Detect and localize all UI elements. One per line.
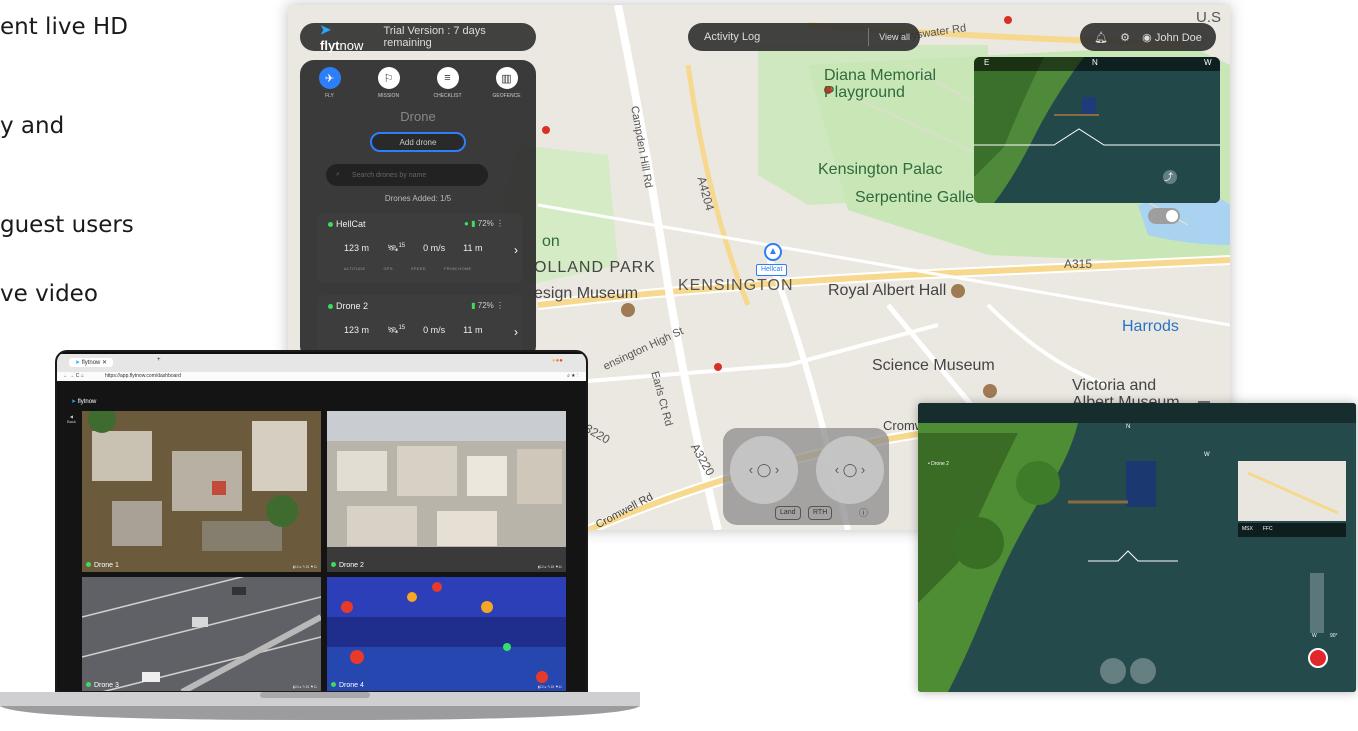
feature-line-4: ve video (0, 281, 98, 307)
dashboard-logo: ➤ flytnow (71, 399, 97, 405)
laptop-base (0, 692, 640, 720)
rooftops-aerial-image (82, 411, 321, 572)
camera-feed-inset[interactable]: E N W ⤴ (974, 57, 1220, 203)
aerial-lake-tablet-image (918, 403, 1356, 692)
drones-added-count: Drones Added: 1/5 (384, 194, 452, 203)
tablet-drone-label: • Drone 2 (928, 461, 949, 467)
feed-label: Drone 2 (331, 562, 364, 569)
compass-east: E (984, 58, 990, 67)
record-button[interactable] (1309, 649, 1327, 667)
tablet-compass-west: W (1204, 452, 1210, 458)
video-feed-drone-3[interactable]: Drone 3 ▮24 ▸ ✎15 ⚑11 (82, 577, 321, 691)
browser-tab-bar: ➤ flytnow ✕ + ●●● (57, 354, 586, 372)
address-bar[interactable]: ← → C ⌂ https://app.flytnow.com/dashboar… (57, 372, 586, 381)
map-label-kensington: KENSINGTON (678, 277, 794, 294)
nav-fly[interactable]: ✈ FLY (305, 67, 355, 99)
video-dashboard: ➤ flytnow ◀ Back Drone 1 ▮12 ▸ ✎15 ⚑11 Dr… (57, 381, 586, 691)
tablet-compass-north: N (1126, 424, 1131, 430)
map-label-science-museum: Science Museum (872, 357, 995, 374)
feature-line-1: ent live HD (0, 14, 128, 40)
user-bar: 🔔︎ ⚙ ◉ John Doe (1080, 23, 1216, 51)
map-label-a315: A315 (1064, 257, 1093, 271)
nav-mission[interactable]: ⚐ MISSION (364, 67, 414, 99)
thermal-aerial-image (327, 577, 566, 691)
map-label-on: on (542, 233, 560, 250)
fly-icon: ✈ (318, 67, 341, 89)
gps-globe-icon: ● (464, 219, 469, 228)
add-drone-button[interactable]: Add drone (370, 132, 466, 152)
video-feed-drone-1[interactable]: Drone 1 ▮12 ▸ ✎15 ⚑11 (82, 411, 321, 572)
satellite-icon: 🛰︎15 (387, 325, 406, 335)
feature-line-3: guest users (0, 212, 134, 238)
laptop-screen: ➤ flytnow ✕ + ●●● ← → C ⌂ https://app.fl… (55, 350, 588, 693)
drone-card-hellcat[interactable]: HellCat ● ▮ 72% ⋮ 123 m 🛰︎15 0 m/s 11 m ALT… (317, 213, 522, 283)
city-aerial-image (327, 411, 566, 572)
map-label-diana: Diana Memorial Playground (824, 67, 937, 101)
drone-map-marker-icon[interactable]: ▲ (764, 243, 782, 261)
map-label-harrods: Harrods (1122, 318, 1179, 335)
search-icon: ⌕ (336, 171, 340, 178)
land-button[interactable]: Land (775, 506, 801, 520)
map-label-serpentine: Serpentine Galle (855, 189, 975, 206)
checklist-icon: ≡ (436, 67, 459, 89)
nav-geofence[interactable]: ▥ GEOFENCE (482, 67, 532, 99)
new-tab-icon[interactable]: + (157, 357, 161, 363)
gear-icon[interactable]: ⚙ (1120, 31, 1130, 44)
joystick-panel: ‹ ◯ › ‹ ◯ › Land RTH ⓘ (723, 428, 889, 525)
user-menu[interactable]: ◉ John Doe (1142, 31, 1202, 44)
activity-log-label: Activity Log (704, 31, 761, 43)
flag-icon: ⚐ (377, 67, 400, 89)
bell-icon[interactable]: 🔔︎ (1094, 31, 1108, 44)
window-controls[interactable]: ●●● (552, 358, 578, 366)
tablet-camera-view[interactable]: • Drone 2 N W MSX FFC W 90° (918, 403, 1356, 692)
trial-text: Trial Version : 7 days remaining (383, 25, 486, 49)
feed-label: Drone 4 (331, 682, 364, 689)
rth-button[interactable]: RTH (808, 506, 833, 520)
panel-title: Drone (400, 109, 436, 124)
back-button[interactable]: ◀ Back (67, 414, 76, 424)
feed-label: Drone 1 (86, 562, 119, 569)
user-icon: ◉ (1142, 31, 1152, 44)
compass-north: N (1092, 58, 1098, 67)
map-label-kensington-palace: Kensington Palac (818, 161, 943, 178)
aerial-lake-view (974, 57, 1220, 203)
geofence-icon: ▥ (495, 67, 518, 89)
view-all-button[interactable]: View all (868, 28, 910, 46)
satellite-icon: 🛰︎15 (387, 243, 406, 253)
map-label-holland-park: OLLAND PARK (534, 259, 656, 276)
share-icon[interactable]: ⤴ (1164, 170, 1173, 183)
flytnow-logo: ➤ flytnow (320, 21, 364, 53)
view-toggle[interactable] (1148, 208, 1180, 224)
highway-aerial-image (82, 577, 321, 691)
chevron-right-icon: › (514, 243, 518, 257)
brand-bar: ➤ flytnow Trial Version : 7 days remaini… (300, 21, 536, 53)
drone-side-panel: ✈ FLY ⚐ MISSION ≡ CHECKLIST ▥ GEOFENCE Drone… (300, 60, 536, 360)
chevron-right-icon: › (514, 325, 518, 339)
video-feed-drone-2[interactable]: Drone 2 ▮12 ▸ ✎15 ⚑11 (327, 411, 566, 572)
tablet-gimbal-90-button[interactable]: 90° (1330, 633, 1338, 639)
info-icon[interactable]: ⓘ (859, 506, 868, 519)
browser-tab[interactable]: ➤ flytnow ✕ (69, 358, 114, 367)
marketing-composite: { "features": ["ent live HD", "y and", "… (0, 0, 1358, 731)
map-label-design-museum: esign Museum (534, 285, 639, 302)
tablet-control-row[interactable]: MSX FFC (1242, 526, 1273, 532)
feature-line-2: y and (0, 113, 65, 139)
compass-west: W (1204, 58, 1212, 67)
right-joystick[interactable]: ‹ ◯ › (816, 436, 884, 504)
panel-nav: ✈ FLY ⚐ MISSION ≡ CHECKLIST ▥ GEOFENCE (300, 60, 536, 99)
activity-log-bar[interactable]: Activity Log View all (688, 23, 920, 51)
video-feed-drone-4[interactable]: Drone 4 ▮12 ▸ ✎15 ⚑11 (327, 577, 566, 691)
drone-search-input[interactable]: ⌕ Search drones by name (326, 164, 488, 186)
drone-map-marker-label[interactable]: Hellcat (756, 264, 788, 276)
left-joystick[interactable]: ‹ ◯ › (730, 436, 798, 504)
nav-checklist[interactable]: ≡ CHECKLIST (423, 67, 473, 99)
feed-label: Drone 3 (86, 682, 119, 689)
map-label-royal-albert: Royal Albert Hall (828, 282, 947, 299)
tablet-wide-button[interactable]: W (1312, 633, 1317, 639)
